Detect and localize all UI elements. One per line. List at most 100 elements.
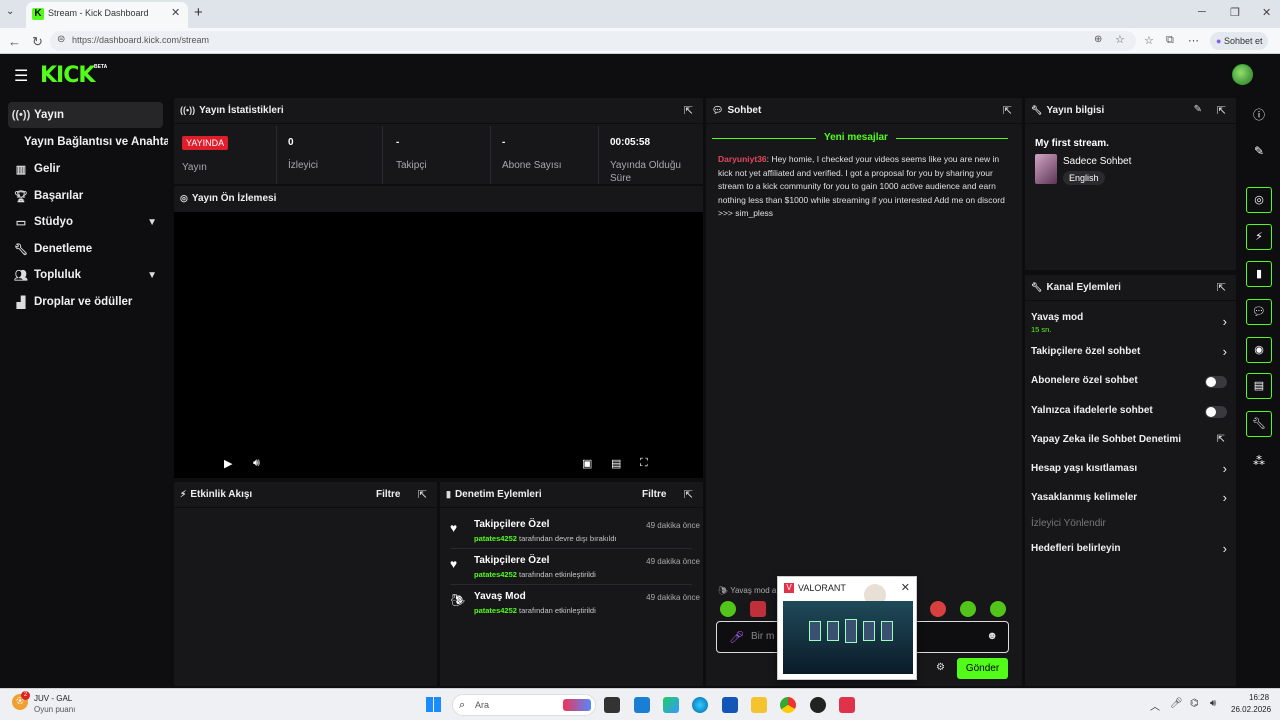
app-icon[interactable] <box>663 697 679 713</box>
category-name[interactable]: Sadece Sohbet <box>1063 156 1131 167</box>
clock-time[interactable]: 16:28 <box>1249 693 1269 702</box>
info-icon[interactable]: ⓘ <box>1246 102 1272 128</box>
chat-bubble-icon[interactable]: 💬︎ <box>1246 299 1272 325</box>
new-tab-button[interactable]: + <box>194 4 203 21</box>
widget-line-1[interactable]: JUV - GAL <box>34 694 72 703</box>
popout-icon[interactable]: ⇱ <box>1217 104 1226 117</box>
popout-icon[interactable]: ⇱ <box>1217 281 1226 294</box>
close-window-icon[interactable]: ✕ <box>1262 6 1271 19</box>
microphone-icon[interactable]: 🎤︎ <box>729 630 744 644</box>
close-icon[interactable]: ✕ <box>901 581 910 594</box>
theater-icon[interactable]: ▤ <box>611 457 621 470</box>
valorant-taskbar-icon[interactable] <box>839 697 855 713</box>
subscribers-only-toggle[interactable] <box>1205 376 1227 388</box>
action-followers-only[interactable]: Takipçilere özel sohbet › <box>1031 344 1227 368</box>
task-view-icon[interactable] <box>604 697 620 713</box>
gear-icon[interactable]: ⚙ <box>936 662 945 673</box>
emotes-only-toggle[interactable] <box>1205 406 1227 418</box>
emote-icon[interactable] <box>720 601 736 617</box>
action-account-age[interactable]: Hesap yaşı kısıtlaması › <box>1031 461 1227 485</box>
action-set-goals[interactable]: Hedefleri belirleyin › <box>1031 541 1227 565</box>
tab-list-icon[interactable]: ⌄ <box>6 6 14 17</box>
filter-button[interactable]: Filtre <box>642 489 666 500</box>
play-icon[interactable]: ▶ <box>224 457 232 470</box>
app-icon[interactable] <box>810 697 826 713</box>
video-player[interactable]: ▶ 🔊︎ ▣ ▤ ⛶ <box>174 212 703 478</box>
filter-button[interactable]: Filtre <box>376 489 400 500</box>
sidebar-item-gelir[interactable]: ▥ Gelir <box>8 156 163 182</box>
clock-date[interactable]: 26.02.2026 <box>1231 705 1271 714</box>
copilot-chat-button[interactable]: ● Sohbet et <box>1210 32 1269 50</box>
wrench-icon[interactable]: 🔧︎ <box>1246 411 1272 437</box>
action-ai-moderation[interactable]: Yapay Zeka ile Sohbet Denetimi ⇱ <box>1031 434 1227 456</box>
edge-icon[interactable] <box>692 697 708 713</box>
bookmark-star-icon[interactable]: ☆ <box>1115 33 1125 46</box>
translate-icon[interactable]: ⊕ <box>1094 34 1102 45</box>
volume-icon[interactable]: 🔊︎ <box>253 457 260 470</box>
restore-icon[interactable]: ❐ <box>1230 6 1240 19</box>
widgets-app-icon[interactable] <box>634 697 650 713</box>
kick-logo[interactable]: KICK <box>40 63 95 88</box>
action-sub: 15 sn. <box>1031 325 1052 334</box>
avatar[interactable] <box>1232 64 1253 85</box>
bolt-icon[interactable]: ⚡︎ <box>1246 224 1272 250</box>
stat-value: 00:05:58 <box>610 137 651 148</box>
pencil-icon[interactable]: ✎ <box>1246 138 1272 164</box>
sidebar-item-studyo[interactable]: ▭ Stüdyo ▼ <box>8 209 163 235</box>
mod-action-user[interactable]: patates4252 <box>474 570 517 579</box>
sidebar-item-denetleme[interactable]: 🔧︎ Denetleme <box>8 236 163 262</box>
back-icon[interactable]: ← <box>8 34 21 49</box>
document-icon[interactable]: ▮ <box>1246 261 1272 287</box>
emote-icon[interactable] <box>930 601 946 617</box>
more-menu-icon[interactable]: ⋯ <box>1188 34 1199 47</box>
network-icon[interactable]: ⌬ <box>1190 698 1199 709</box>
chrome-icon[interactable] <box>780 697 796 713</box>
tab-close-icon[interactable]: ✕ <box>171 6 180 19</box>
send-button[interactable]: Gönder <box>957 658 1008 679</box>
popout-icon[interactable]: ⇱ <box>684 488 693 501</box>
people-icon: 👥︎ <box>14 269 28 282</box>
reload-icon[interactable]: ↻ <box>32 34 43 50</box>
edit-icon[interactable]: ✎ <box>1194 104 1202 115</box>
sidebar-item-yayin[interactable]: ((•)) Yayın <box>8 102 163 128</box>
collections-icon[interactable]: ⧉ <box>1166 34 1174 47</box>
new-messages-label[interactable]: Yeni mesajlar <box>816 132 896 143</box>
minimize-icon[interactable]: ─ <box>1198 6 1206 18</box>
favorites-icon[interactable]: ☆ <box>1144 34 1154 47</box>
emoji-icon[interactable]: ☻ <box>986 630 998 642</box>
emote-icon[interactable] <box>990 601 1006 617</box>
widgets-icon[interactable]: ⁂ <box>1246 448 1272 474</box>
popout-icon[interactable]: ⇱ <box>418 488 427 501</box>
sidebar-item-droplar[interactable]: ▟ Droplar ve ödüller <box>8 289 163 315</box>
tray-overflow-icon[interactable]: ︿ <box>1150 698 1160 713</box>
action-slow-mode[interactable]: Yavaş mod 15 sn. › <box>1031 312 1227 334</box>
taskbar-search[interactable]: ⌕ Ara <box>452 694 596 716</box>
mod-action-user[interactable]: patates4252 <box>474 534 517 543</box>
layout-icon[interactable]: ▤ <box>1246 373 1272 399</box>
emote-icon[interactable] <box>960 601 976 617</box>
sidebar-item-stream-key[interactable]: Yayın Bağlantısı ve Anahtarı <box>24 129 168 155</box>
mic-tray-icon[interactable]: 🎤︎ <box>1170 698 1183 709</box>
url-field[interactable]: ⊜ https://dashboard.kick.com/stream ⊕ ☆ <box>50 31 1136 51</box>
action-banned-words[interactable]: Yasaklanmış kelimeler › <box>1031 490 1227 514</box>
volume-tray-icon[interactable]: 🔊︎ <box>1210 698 1216 709</box>
site-info-icon[interactable]: ⊜ <box>57 34 65 45</box>
agent-card <box>863 621 875 641</box>
valorant-preview-popup[interactable]: V VALORANT ✕ <box>777 576 917 680</box>
mod-action-user[interactable]: patates4252 <box>474 606 517 615</box>
sidebar-item-topluluk[interactable]: 👥︎ Topluluk ▼ <box>8 262 163 288</box>
chat-username[interactable]: Daryuniyt36 <box>718 154 767 164</box>
popout-icon[interactable]: ⇱ <box>1003 104 1012 117</box>
fullscreen-icon[interactable]: ⛶ <box>640 457 648 470</box>
broadcast-icon[interactable]: ◉ <box>1246 337 1272 363</box>
popout-icon[interactable]: ⇱ <box>684 104 693 117</box>
sidebar-item-basarilar[interactable]: 🏆︎ Başarılar <box>8 183 163 209</box>
windows-start-icon[interactable] <box>426 697 441 712</box>
menu-icon[interactable]: ☰ <box>14 66 28 86</box>
file-explorer-icon[interactable] <box>751 697 767 713</box>
browser-tab[interactable]: K Stream - Kick Dashboard ✕ <box>26 2 188 28</box>
preview-icon[interactable]: ◎ <box>1246 187 1272 213</box>
emote-icon[interactable] <box>750 601 766 617</box>
pip-icon[interactable]: ▣ <box>582 457 592 470</box>
store-icon[interactable] <box>722 697 738 713</box>
